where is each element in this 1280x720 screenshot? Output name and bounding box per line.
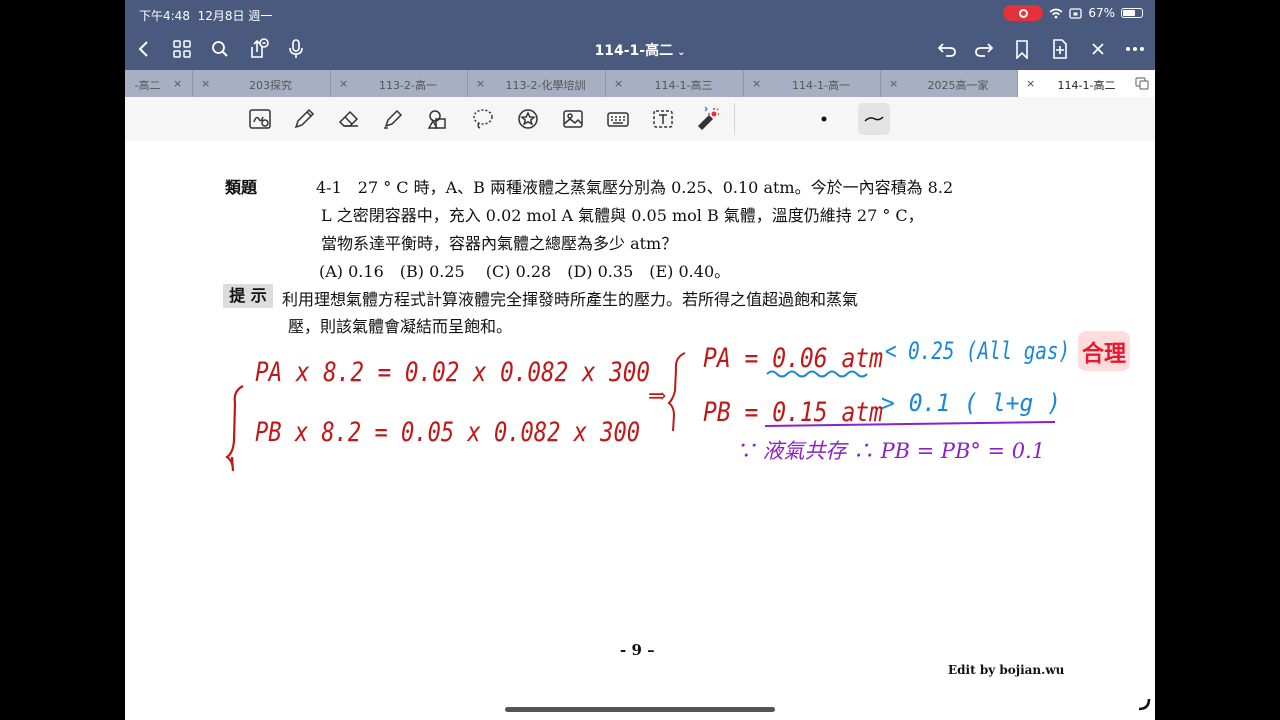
tab-label: 113-2-化學培訓 bbox=[505, 79, 586, 92]
tab-close-icon[interactable]: × bbox=[889, 77, 898, 90]
battery-icon bbox=[1121, 8, 1143, 18]
shapes-icon[interactable] bbox=[424, 105, 452, 133]
home-indicator[interactable] bbox=[505, 707, 775, 712]
tab-close-icon[interactable]: × bbox=[752, 77, 761, 90]
annotation-toolbar bbox=[125, 97, 1155, 142]
redo-icon[interactable] bbox=[972, 37, 996, 61]
status-time: 下午4:48 bbox=[139, 9, 190, 23]
tab-item[interactable]: × 113-2-高一 bbox=[331, 70, 468, 97]
right-brace-stroke bbox=[667, 352, 686, 432]
chevron-down-icon: ⌄ bbox=[677, 47, 686, 58]
laser-pointer-icon[interactable] bbox=[693, 105, 721, 133]
document-page[interactable]: 類題 4-1 27 ° C 時，A、B 兩種液體之蒸氣壓分別為 0.25、0.1… bbox=[125, 141, 1155, 720]
battery-percent: 67% bbox=[1088, 6, 1115, 20]
tab-item[interactable]: × 113-2-化學培訓 bbox=[468, 70, 606, 97]
tab-item[interactable]: × 114-1-高一 bbox=[744, 70, 881, 97]
tab-label: -高二 bbox=[134, 79, 161, 92]
document-title[interactable]: 114-1-高二 ⌄ bbox=[125, 40, 1155, 60]
lasso-text-icon[interactable] bbox=[246, 105, 274, 133]
tab-item-active[interactable]: × 114-1-高二 bbox=[1018, 70, 1155, 97]
lasso-icon[interactable] bbox=[469, 105, 497, 133]
hw-pb-compare: > 0.1 ( l+g ) bbox=[881, 389, 1061, 417]
screen-recording-icon[interactable] bbox=[1003, 5, 1044, 21]
tab-label: 113-2-高一 bbox=[379, 79, 437, 92]
tab-bar: × -高二 × 203探究 × 113-2-高一 × 113-2-化學培訓 × … bbox=[125, 70, 1155, 97]
close-cross-icon[interactable] bbox=[1086, 37, 1110, 61]
tab-item[interactable]: × 114-1-高三 bbox=[606, 70, 744, 97]
status-right: 67% bbox=[1003, 5, 1143, 21]
keyboard-icon[interactable] bbox=[604, 105, 632, 133]
screen-lock-icon bbox=[1069, 7, 1082, 19]
toolbar-divider bbox=[734, 103, 735, 135]
tab-label: 114-1-高二 bbox=[1057, 79, 1116, 92]
stroke-style-icon[interactable] bbox=[858, 103, 890, 135]
tab-label: 203探究 bbox=[249, 79, 292, 92]
nav-bar: 114-1-高二 ⌄ bbox=[125, 28, 1155, 70]
image-icon[interactable] bbox=[559, 105, 587, 133]
stroke-size-icon[interactable] bbox=[810, 105, 838, 133]
hw-conclusion: ∵ 液氣共存 ∴ PB = PB° = 0.1 bbox=[735, 439, 1045, 463]
split-view-icon[interactable] bbox=[1135, 76, 1149, 90]
highlighter-icon[interactable] bbox=[379, 105, 407, 133]
tab-close-icon[interactable]: × bbox=[476, 77, 485, 90]
textbox-icon[interactable] bbox=[649, 105, 677, 133]
bookmark-icon[interactable] bbox=[1010, 37, 1034, 61]
status-date: 12月8日 週一 bbox=[197, 9, 273, 23]
tab-item[interactable]: × -高二 bbox=[125, 70, 193, 97]
handwriting-layer: PA x 8.2 = 0.02 x 0.082 x 300 PB x 8.2 =… bbox=[225, 331, 1130, 472]
tab-item[interactable]: × 2025高一家 bbox=[881, 70, 1018, 97]
tab-close-icon[interactable]: × bbox=[173, 77, 182, 90]
tab-close-icon[interactable]: × bbox=[614, 77, 623, 90]
pen-icon[interactable] bbox=[290, 105, 318, 133]
hw-pa-result: PA = 0.06 atm bbox=[703, 343, 883, 374]
left-brace-stroke bbox=[225, 385, 244, 472]
hw-equation-2: PB x 8.2 = 0.05 x 0.082 x 300 bbox=[255, 417, 640, 448]
status-time-date: 下午4:48 12月8日 週一 bbox=[139, 7, 272, 24]
tab-label: 114-1-高三 bbox=[654, 79, 713, 92]
hw-pb-result: PB = 0.15 atm bbox=[703, 397, 883, 428]
tab-item[interactable]: × 203探究 bbox=[193, 70, 331, 97]
tab-close-icon[interactable]: × bbox=[201, 77, 210, 90]
sticker-icon[interactable] bbox=[514, 105, 542, 133]
eraser-icon[interactable] bbox=[335, 105, 363, 133]
correct-stamp: 合理 bbox=[1078, 331, 1130, 371]
tab-close-icon[interactable]: × bbox=[1026, 77, 1035, 90]
resize-corner-icon[interactable] bbox=[1137, 697, 1151, 711]
status-bar: 下午4:48 12月8日 週一 67% bbox=[125, 0, 1155, 28]
app-screen: 下午4:48 12月8日 週一 67% 114-1-高二 ⌄ × -高二 × 2… bbox=[125, 0, 1155, 720]
hw-pa-compare: < 0.25 (All gas) bbox=[885, 337, 1070, 365]
undo-icon[interactable] bbox=[935, 37, 959, 61]
tab-label: 2025高一家 bbox=[927, 79, 989, 92]
add-page-icon[interactable] bbox=[1048, 37, 1072, 61]
hw-equation-1: PA x 8.2 = 0.02 x 0.082 x 300 bbox=[255, 357, 650, 388]
more-icon[interactable] bbox=[1123, 37, 1147, 61]
hw-implies-arrow: ⇒ bbox=[648, 384, 666, 409]
stamp-text: 合理 bbox=[1082, 340, 1126, 367]
tab-label: 114-1-高一 bbox=[792, 79, 850, 92]
tab-close-icon[interactable]: × bbox=[339, 77, 348, 90]
wifi-icon bbox=[1049, 8, 1063, 18]
